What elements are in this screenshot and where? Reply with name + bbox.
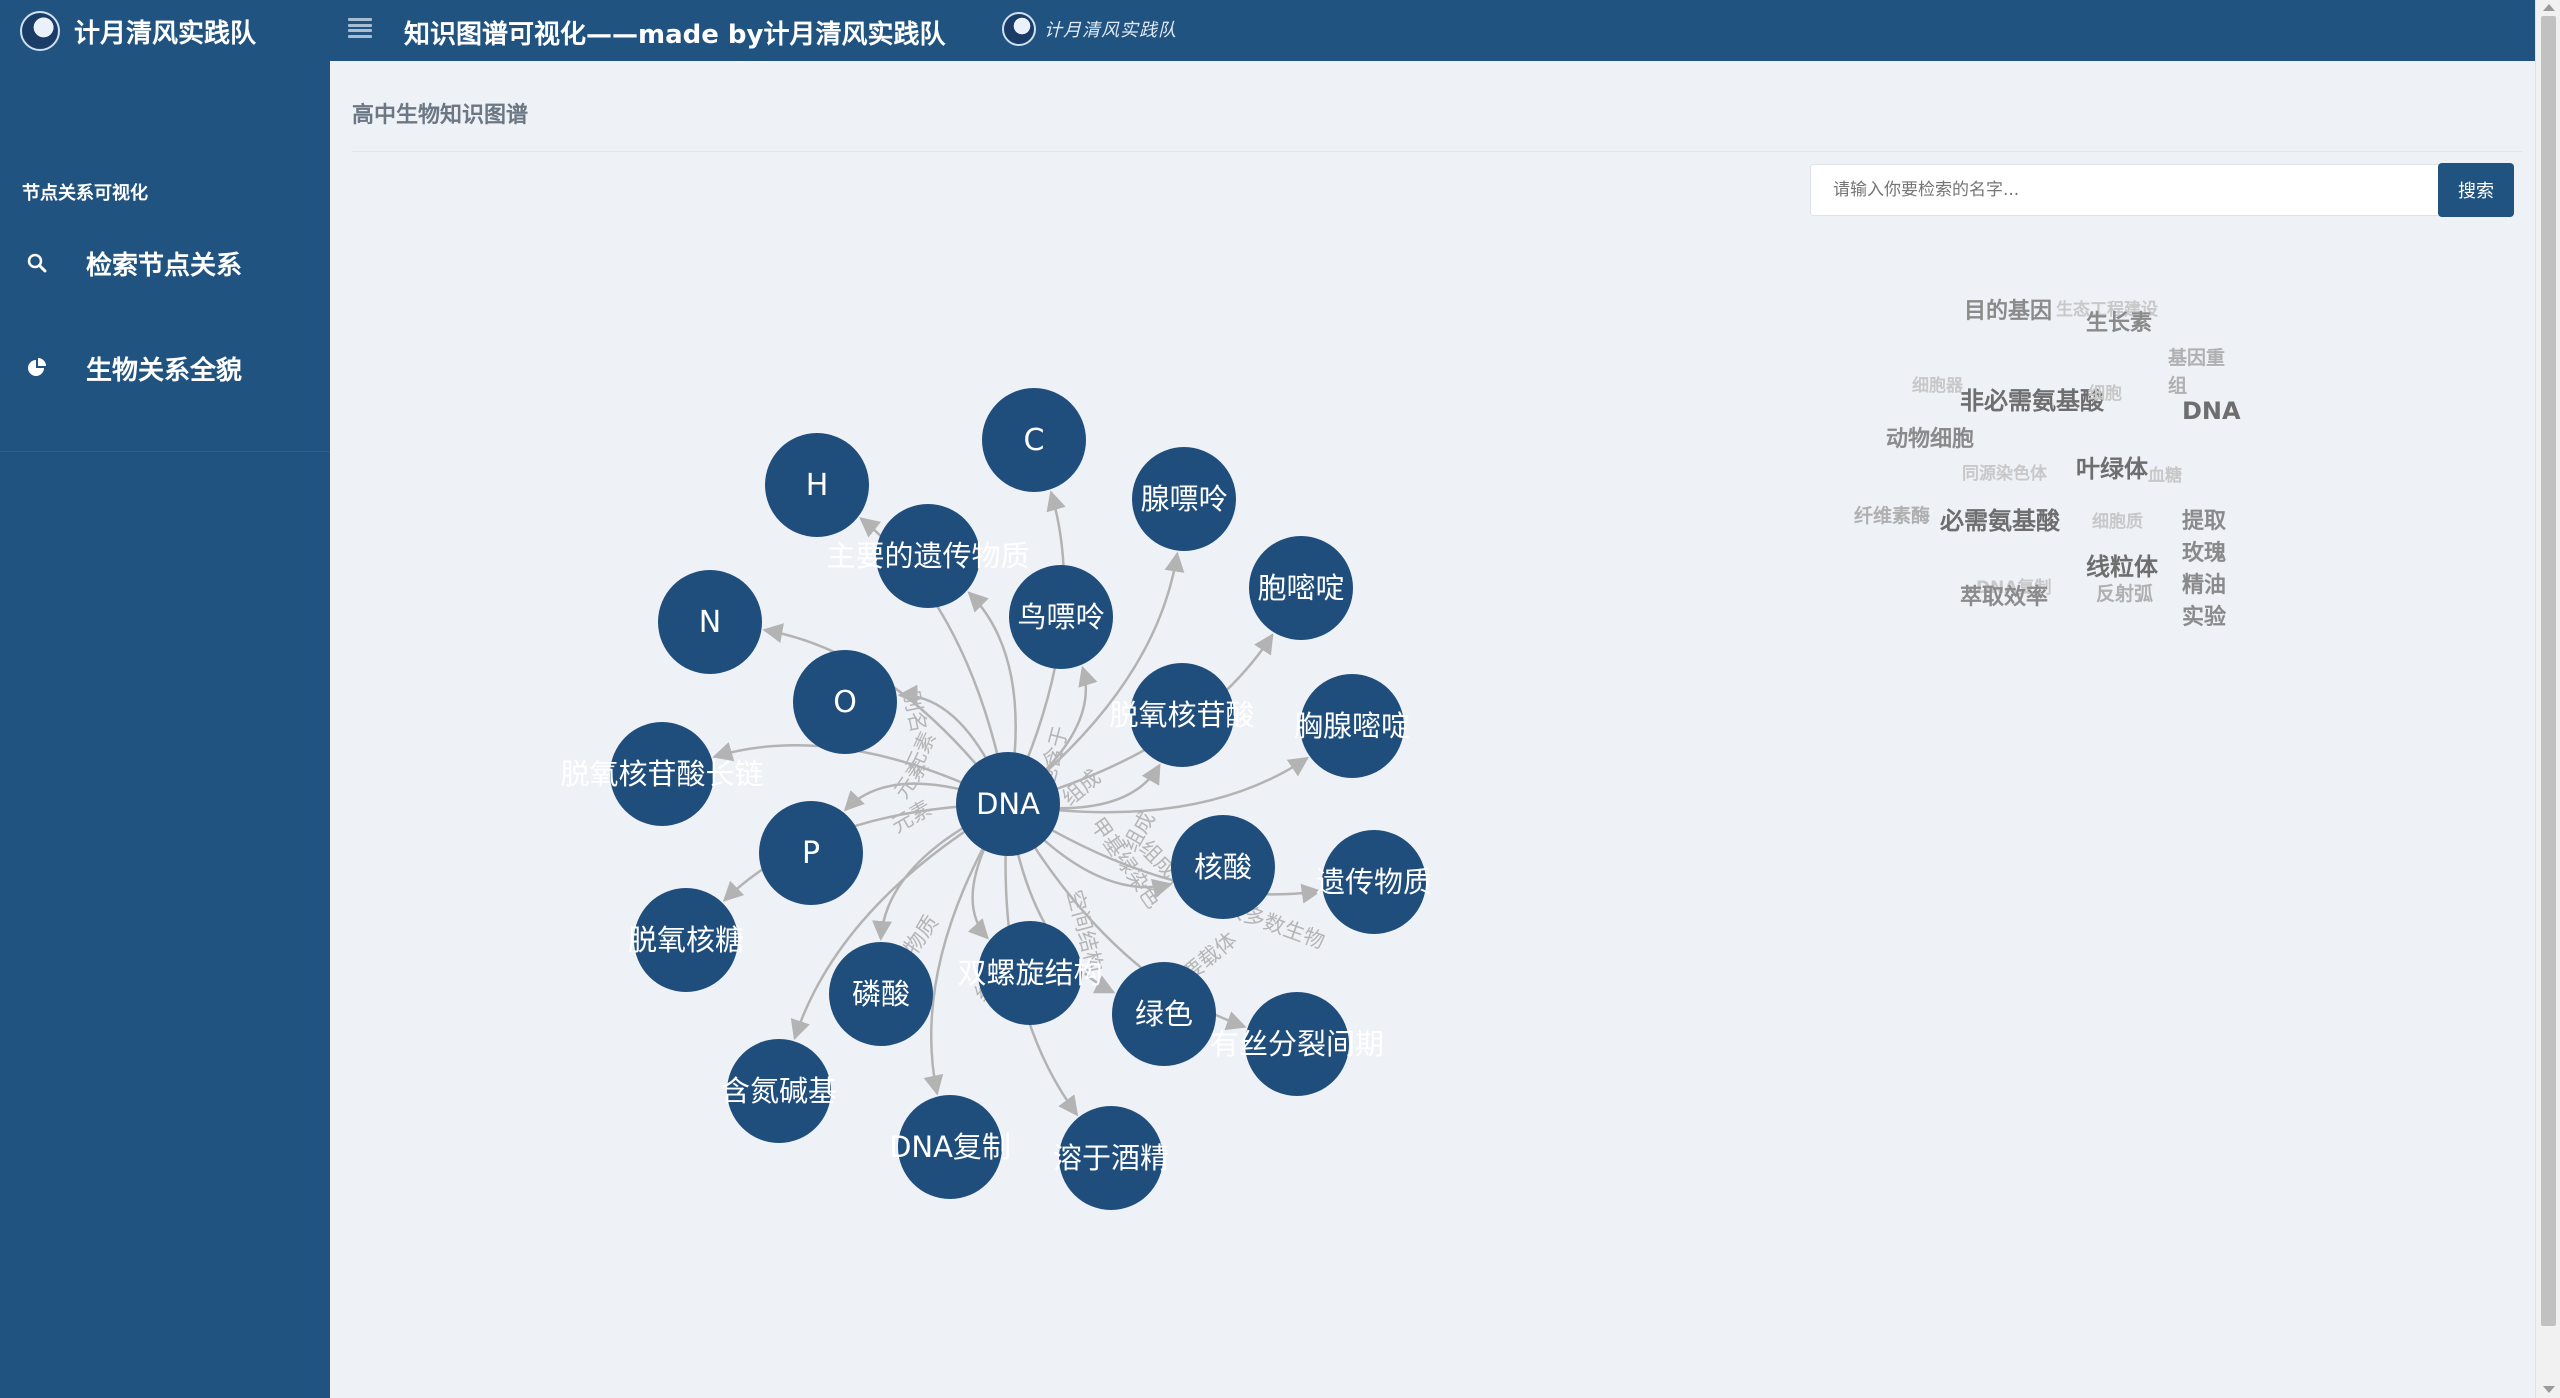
graph-node[interactable]: 脱氧核苷酸长链	[560, 722, 764, 826]
word-cloud-term: 提取	[2182, 509, 2227, 534]
edge-label: 元素	[887, 796, 935, 838]
graph-node-label: 脱氧核糖	[628, 923, 744, 957]
graph-node-label: 脱氧核苷酸	[1109, 698, 1254, 732]
pie-chart-icon	[26, 357, 86, 379]
word-cloud-term: 精油	[2182, 573, 2227, 598]
graph-node[interactable]: P	[759, 801, 863, 905]
word-cloud-term: 细胞器	[1912, 376, 1963, 396]
graph-node-label: 主要的遗传物质	[826, 539, 1029, 573]
edge-label: 别名	[899, 689, 931, 735]
sidebar-item-overview[interactable]: 生物关系全貌	[0, 333, 330, 403]
brand[interactable]: 计月清风实践队	[20, 10, 256, 52]
word-cloud-term: 血糖	[2148, 466, 2182, 486]
sidebar-item-label: 检索节点关系	[86, 250, 243, 281]
graph-node[interactable]: C	[982, 388, 1086, 492]
graph-node-label: 胞嘧啶	[1257, 571, 1344, 605]
sidebar: 节点关系可视化 检索节点关系 生物关系全貌	[0, 61, 330, 1398]
graph-node-label: H	[806, 468, 829, 503]
word-cloud-term: 同源染色体	[1962, 464, 2047, 484]
graph-node-label: DNA	[976, 787, 1040, 821]
edge-label: 元素	[901, 728, 941, 776]
word-cloud-term: 细胞质	[2092, 512, 2143, 532]
graph-node[interactable]: 磷酸	[829, 942, 933, 1046]
graph-node[interactable]: 主要的遗传物质	[826, 504, 1030, 608]
team-logo-icon	[20, 11, 60, 51]
graph-node[interactable]: 脱氧核糖	[628, 888, 744, 992]
graph-node[interactable]: 含氮碱基	[721, 1039, 837, 1143]
sidebar-section-title: 节点关系可视化	[22, 183, 148, 204]
knowledge-graph[interactable]: 元素元素元素别名元素包含于组成组成物质组成物质组成物质空间结构甲基绿染色组成复制…	[330, 61, 2535, 1398]
top-bar: 计月清风实践队 知识图谱可视化——made by计月清风实践队 计月清风实践队	[0, 0, 2535, 61]
graph-node[interactable]: 核酸	[1171, 815, 1275, 919]
graph-node-label: 遗传物质	[1316, 865, 1432, 899]
word-cloud-term: 细胞	[2088, 384, 2122, 404]
word-cloud-term: 组	[2168, 375, 2188, 397]
graph-node[interactable]: O	[793, 650, 897, 754]
graph-node-label: 有丝分裂间期	[1210, 1027, 1384, 1061]
graph-node-label: O	[833, 685, 857, 720]
word-cloud-term: 叶绿体	[2076, 455, 2148, 483]
word-cloud-term: 基因重	[2168, 347, 2226, 369]
sidebar-item-label: 生物关系全貌	[86, 355, 243, 386]
graph-node[interactable]: DNA复制	[889, 1095, 1011, 1199]
graph-node[interactable]: H	[765, 433, 869, 537]
scroll-up-icon[interactable]	[2543, 4, 2555, 11]
word-cloud-term: 反射弧	[2096, 583, 2154, 605]
word-cloud-term: 纤维素酶	[1854, 505, 1931, 527]
graph-node[interactable]: DNA	[956, 752, 1060, 856]
graph-node[interactable]: 脱氧核苷酸	[1109, 663, 1255, 767]
word-cloud-term: 生长素	[2086, 311, 2153, 336]
scrollbar[interactable]	[2535, 0, 2560, 1398]
graph-node-label: 溶于酒精	[1053, 1141, 1169, 1175]
search-icon	[26, 252, 86, 274]
graph-node[interactable]: N	[658, 570, 762, 674]
word-cloud-term: 非必需氨基酸	[1960, 387, 2104, 415]
graph-node-label: 双螺旋结构	[957, 956, 1102, 990]
graph-node[interactable]: 有丝分裂间期	[1210, 992, 1384, 1096]
graph-node[interactable]: 遗传物质	[1316, 830, 1432, 934]
graph-node-label: C	[1024, 423, 1045, 458]
graph-node-label: 腺嘌呤	[1140, 482, 1227, 516]
word-cloud-term: 动物细胞	[1886, 427, 1975, 452]
graph-node-label: 鸟嘌呤	[1017, 600, 1104, 634]
calligraphy-text: 计月清风实践队	[1044, 20, 1177, 41]
sidebar-divider	[0, 451, 330, 452]
graph-node-label: 磷酸	[852, 977, 910, 1011]
calligraphy-logo: 计月清风实践队	[1002, 12, 1177, 46]
sidebar-item-search-relations[interactable]: 检索节点关系	[0, 228, 330, 298]
graph-node-label: 核酸	[1194, 850, 1252, 884]
page-heading: 知识图谱可视化——made by计月清风实践队	[404, 20, 946, 50]
graph-node-label: 绿色	[1135, 997, 1193, 1031]
main-content: 高中生物知识图谱 搜索 元素元素元素别名元素包含于组成组成物质组成物质组成物质空…	[330, 61, 2535, 1398]
word-cloud-term: 必需氨基酸	[1940, 507, 2060, 535]
word-cloud-term: 萃取效率	[1960, 585, 2049, 610]
word-cloud-term: 实验	[2182, 605, 2227, 630]
graph-node-label: N	[699, 605, 721, 640]
graph-node-label: 脱氧核苷酸长链	[560, 757, 763, 791]
calligraphy-emblem-icon	[1002, 12, 1036, 46]
word-cloud-term: 目的基因	[1964, 299, 2053, 324]
word-cloud-term: 玫瑰	[2182, 541, 2227, 566]
graph-node-label: 胸腺嘧啶	[1294, 709, 1410, 743]
scroll-thumb[interactable]	[2541, 16, 2556, 1326]
graph-node-label: P	[802, 836, 820, 871]
word-cloud-term: DNA	[2182, 397, 2241, 425]
graph-node-label: 含氮碱基	[721, 1074, 837, 1108]
graph-node-label: DNA复制	[889, 1130, 1011, 1164]
scroll-down-icon[interactable]	[2543, 1386, 2555, 1393]
graph-node[interactable]: 溶于酒精	[1053, 1106, 1169, 1210]
graph-node[interactable]: 腺嘌呤	[1132, 447, 1236, 551]
word-cloud-term: 线粒体	[2086, 553, 2158, 581]
graph-node[interactable]: 胸腺嘧啶	[1294, 674, 1410, 778]
graph-node[interactable]: 胞嘧啶	[1249, 536, 1353, 640]
brand-title: 计月清风实践队	[74, 18, 257, 49]
graph-node[interactable]: 鸟嘌呤	[1009, 565, 1113, 669]
menu-toggle-icon[interactable]	[348, 18, 372, 38]
graph-node[interactable]: 绿色	[1112, 962, 1216, 1066]
